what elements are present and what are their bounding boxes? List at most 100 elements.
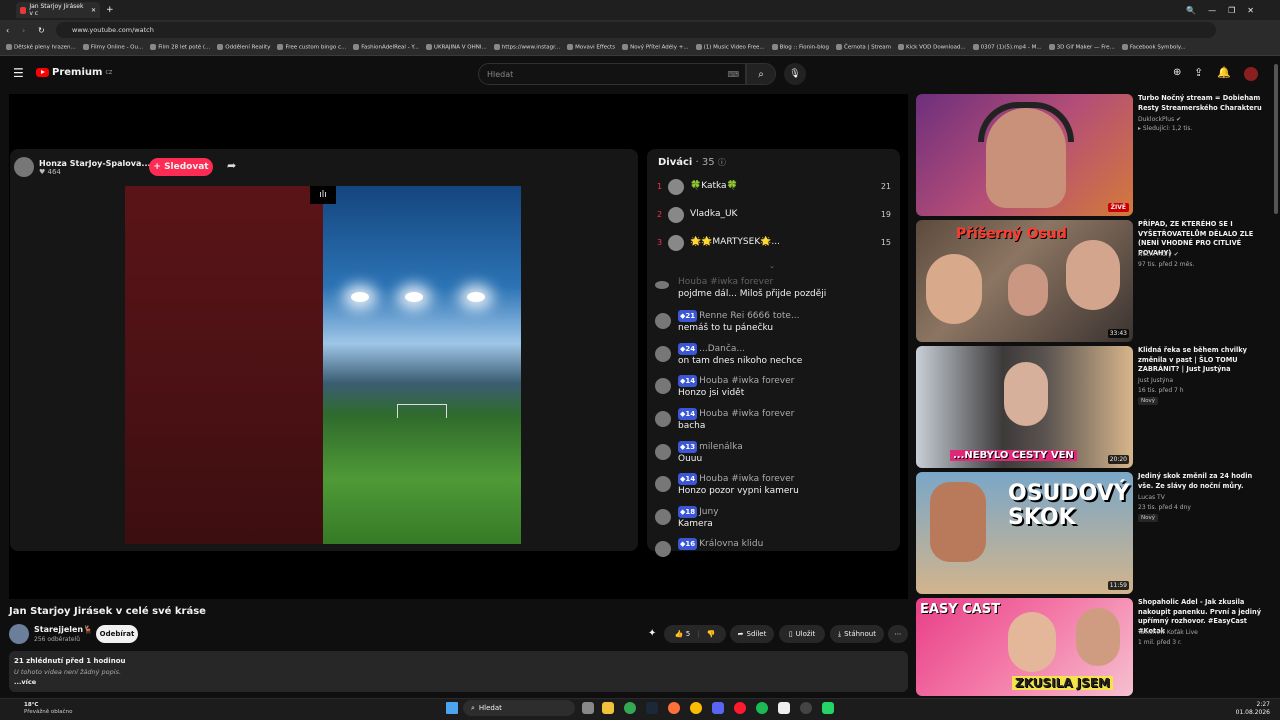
bookmark-favicon-icon — [567, 44, 574, 51]
voice-search-button[interactable]: 🎙 — [784, 63, 806, 85]
app-icon[interactable] — [712, 702, 724, 714]
bookmark-item[interactable]: Filmy Online - Ou... — [82, 44, 143, 51]
streamer-name[interactable]: Honza StarJoy-Spalova... — [39, 159, 151, 168]
bookmark-item[interactable]: Film 28 let poté (... — [150, 44, 210, 51]
chat-username[interactable]: Královna klidu — [699, 539, 763, 549]
bookmark-item[interactable]: 0307 (1)(5).mp4 - M... — [972, 44, 1042, 51]
share-arrow-icon: ➦ — [737, 630, 744, 638]
bookmark-item[interactable]: Free custom bingo c... — [277, 44, 346, 51]
bookmark-item[interactable]: 3D Gif Maker — Fre... — [1048, 44, 1115, 51]
face — [1008, 264, 1048, 316]
bookmark-item[interactable]: Nový Přítel Adély +... — [622, 44, 689, 51]
rec-thumbnail[interactable]: ŽIVĚ — [916, 94, 1133, 216]
more-actions-button[interactable]: ⋯ — [888, 625, 908, 643]
bookmark-item[interactable]: Dětské pleny hrazen... — [6, 44, 76, 51]
new-badge: Nový — [1138, 514, 1158, 522]
bookmark-item[interactable]: FashionAdelReal - Y... — [353, 44, 419, 51]
spotify-icon[interactable] — [756, 702, 768, 714]
chat-username[interactable]: Houba #iwka forever — [699, 474, 794, 484]
save-button[interactable]: ▯ Uložit — [779, 625, 825, 643]
whatsapp-icon[interactable] — [822, 702, 834, 714]
page-scrollbar[interactable] — [1274, 64, 1278, 214]
dislike-button[interactable]: 👎 — [707, 630, 716, 638]
rec-title[interactable]: Turbo Nočný stream = Dobieham Resty Stre… — [1138, 94, 1264, 113]
share-button[interactable]: ➦ Sdílet — [730, 625, 774, 643]
keyboard-icon[interactable]: ⌨ — [727, 70, 739, 79]
channel-avatar[interactable] — [9, 624, 29, 644]
menu-icon[interactable]: ☰ — [13, 66, 24, 80]
url-field[interactable]: www.youtube.com/watch — [56, 22, 1216, 38]
task-view-icon[interactable] — [582, 702, 594, 714]
bookmark-item[interactable]: https://www.instagr... — [493, 44, 560, 51]
headphones — [978, 102, 1074, 142]
chat-username[interactable]: ...Danča... — [699, 344, 745, 354]
expand-chevron-icon[interactable]: ⌄ — [769, 262, 775, 270]
bookmark-item[interactable]: Kick VOD Download... — [898, 44, 966, 51]
chat-username[interactable]: Juny — [699, 507, 718, 517]
back-icon[interactable]: ‹ — [6, 26, 9, 35]
rec-channel[interactable]: Just Justýna — [1138, 377, 1173, 384]
forward-icon[interactable]: › — [22, 26, 25, 35]
chat-avatar — [655, 281, 669, 289]
like-button[interactable]: 👍 5 — [675, 630, 690, 638]
window-controls[interactable]: 🔍—❐✕ — [1186, 6, 1266, 15]
show-more-link[interactable]: ...více — [14, 678, 36, 686]
rec-title[interactable]: Klidná řeka se během chvilky změnila v p… — [1138, 346, 1264, 375]
rec-channel[interactable]: DuklockPlus ✔ — [1138, 116, 1181, 123]
bookmark-item[interactable]: Oddělení Reality — [217, 44, 270, 51]
account-avatar[interactable] — [1244, 67, 1258, 81]
chat-username[interactable]: Renne Rei 6666 tote... — [699, 311, 799, 321]
chat-username[interactable]: Houba #iwka forever — [699, 376, 794, 386]
chat-username[interactable]: Houba #iwka forever — [699, 409, 794, 419]
share-icon[interactable]: ➦ — [227, 159, 236, 172]
taskbar-search[interactable]: ⌕ Hledat — [463, 700, 575, 716]
bookmark-item[interactable]: UKRAJINA V OHNI... — [425, 44, 487, 51]
chrome-alt-icon[interactable] — [690, 702, 702, 714]
rec-thumbnail[interactable]: ...NEBYLO CESTY VEN 20:20 — [916, 346, 1133, 468]
upload-icon[interactable]: ⇪ — [1194, 66, 1203, 79]
streamer-avatar[interactable] — [14, 157, 34, 177]
bookmark-item[interactable]: Facebook Symboly... — [1121, 44, 1186, 51]
windows-start-icon[interactable] — [446, 702, 458, 714]
chrome-icon[interactable] — [624, 702, 636, 714]
rec-meta: 1 mil. před 3 r. — [1138, 639, 1182, 646]
create-icon[interactable]: ⊕ — [1173, 67, 1181, 78]
follow-button[interactable]: + Sledovat — [149, 158, 213, 176]
rec-thumbnail[interactable]: EASY CAST ZKUSILA JSEM — [916, 598, 1133, 696]
file-explorer-icon[interactable] — [602, 702, 614, 714]
system-clock[interactable]: 2:27 01.08.2026 — [1236, 701, 1270, 717]
obs-icon[interactable] — [800, 702, 812, 714]
streamer-likes: ♥ 464 — [39, 167, 61, 176]
download-button[interactable]: ⤓ Stáhnout — [830, 625, 884, 643]
steam-icon[interactable] — [646, 702, 658, 714]
opera-icon[interactable] — [734, 702, 746, 714]
bookmark-item[interactable]: (1) Music Video Free... — [695, 44, 765, 51]
audio-waves-icon[interactable]: ılı — [310, 186, 336, 204]
gift-icon[interactable]: ✦ — [648, 628, 656, 639]
bookmark-item[interactable]: Blog :: Fionin-blog — [771, 44, 829, 51]
browser-tab[interactable]: Jan Starjoy Jirásek v c ✕ — [16, 2, 100, 18]
weather-widget[interactable]: 18°C Převážně oblačno — [10, 702, 73, 716]
youtube-logo[interactable]: Premium CZ — [36, 67, 112, 78]
chat-username[interactable]: milenálka — [699, 442, 743, 452]
capcut-icon[interactable] — [778, 702, 790, 714]
notifications-icon[interactable]: 🔔 — [1217, 66, 1231, 79]
firefox-icon[interactable] — [668, 702, 680, 714]
search-button[interactable]: ⌕ — [746, 63, 776, 85]
bookmark-item[interactable]: Černota | Stream — [835, 44, 891, 51]
rec-thumbnail[interactable]: Příšerný Osud 33:43 — [916, 220, 1133, 342]
rec-channel[interactable]: Lucas TV — [1138, 494, 1165, 501]
reload-icon[interactable]: ↻ — [38, 26, 45, 35]
rec-channel[interactable]: Talkshow Koťák Live — [1138, 629, 1198, 636]
info-icon[interactable]: ⓘ — [718, 158, 726, 167]
rec-thumbnail[interactable]: OSUDOVÝ SKOK 11:59 — [916, 472, 1133, 594]
description-box[interactable] — [9, 651, 908, 692]
search-input[interactable]: Hledat ⌨ — [478, 63, 746, 85]
subscribe-button[interactable]: Odebírat — [96, 625, 138, 643]
new-tab-icon[interactable]: + — [106, 5, 114, 15]
rec-channel[interactable]: Noční Můry ✔ — [1138, 251, 1179, 258]
bookmark-item[interactable]: Movavi Effects — [567, 44, 615, 51]
rec-title[interactable]: Jediný skok změnil za 24 hodin vše. Ze s… — [1138, 472, 1264, 491]
channel-name[interactable]: Starejjelen🦌 — [34, 625, 93, 634]
close-tab-icon[interactable]: ✕ — [91, 7, 96, 14]
